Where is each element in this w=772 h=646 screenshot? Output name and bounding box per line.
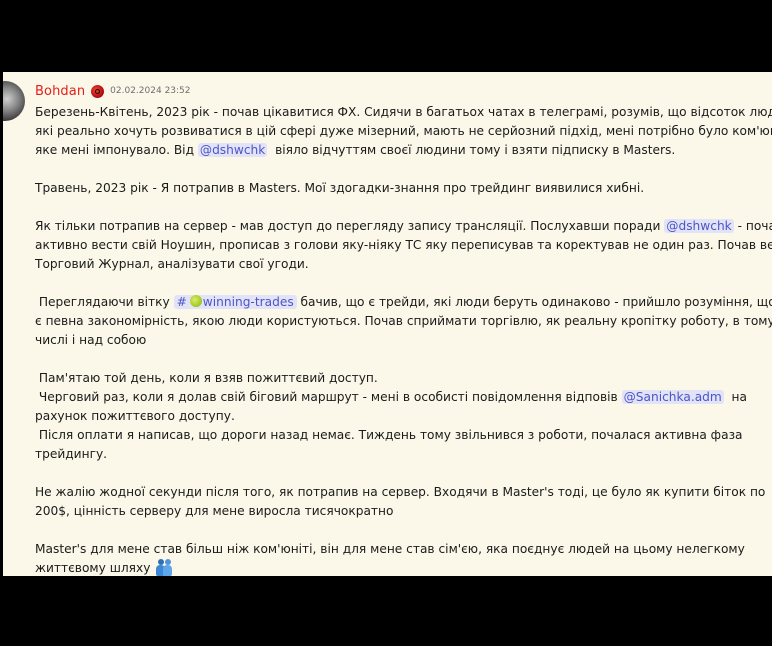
chat-message: Bohdan 02.02.2024 23:52 Березень-Квітень… (3, 72, 772, 576)
message-line: Черговий раз, коли я долав свій біговий … (35, 388, 767, 407)
channel-name: winning-trades (202, 295, 294, 309)
message-text: Черговий раз, коли я долав свій біговий … (35, 390, 622, 404)
message-text: життєвому шляху (35, 561, 151, 575)
message-line: Пам'ятаю той день, коли я взяв пожиттєви… (35, 371, 378, 385)
message-line: яке мені імпонувало. Від @dshwchk віяло … (35, 141, 767, 160)
message-line: Після оплати я написав, що дороги назад … (35, 428, 743, 442)
message-text: на (723, 390, 747, 404)
avatar[interactable] (3, 81, 25, 121)
message-line: є певна закономірність, якою люди корист… (35, 314, 772, 328)
message-line: життєвому шляху (35, 559, 767, 576)
role-badge-icon (91, 84, 105, 98)
author-name[interactable]: Bohdan (35, 84, 85, 99)
message-line: рахунок пожиттєвого доступу. (35, 409, 235, 423)
message-line: трейдингу. (35, 447, 108, 461)
user-mention[interactable]: @dshwchk (197, 143, 268, 157)
message-header: Bohdan 02.02.2024 23:52 (35, 82, 191, 100)
people-hugging-icon (156, 559, 173, 576)
message-line: Не жалію жодної секунди після того, як п… (35, 485, 766, 499)
user-mention[interactable]: @dshwchk (664, 219, 734, 233)
message-text: Як тільки потрапив на сервер - мав досту… (35, 219, 665, 233)
channel-link[interactable]: # winning-trades (173, 295, 297, 309)
message-line: активно вести свій Ноушин, прописав з го… (35, 238, 772, 252)
message-line: Торговий Журнал, аналізувати свої угоди. (35, 257, 309, 271)
tennis-ball-icon (189, 295, 202, 307)
message-text: бачив, що є трейди, які люди беруть один… (296, 295, 772, 309)
message-text: Переглядаючи вітку (35, 295, 174, 309)
message-line: 200$, цінність серверу для мене виросла … (35, 504, 394, 518)
message-line: Березень-Квітень, 2023 рік - почав цікав… (35, 105, 772, 119)
message-line: Травень, 2023 рік - Я потрапив в Masters… (35, 181, 645, 195)
screenshot-canvas: Bohdan 02.02.2024 23:52 Березень-Квітень… (0, 0, 772, 646)
channel-hash: # (176, 295, 187, 309)
message-content: Березень-Квітень, 2023 рік - почав цікав… (35, 103, 772, 576)
message-timestamp: 02.02.2024 23:52 (110, 86, 191, 96)
message-line: Переглядаючи вітку # winning-trades бачив… (35, 293, 772, 312)
message-text: - почав (737, 219, 772, 233)
message-line: числі і над собою (35, 333, 147, 347)
user-mention[interactable]: @Sanichka.adm (621, 390, 724, 404)
message-text: віяло відчуттям своєї людини тому і взят… (267, 143, 676, 157)
message-line: Як тільки потрапив на сервер - мав досту… (35, 217, 772, 236)
message-text: яке мені імпонувало. Від (35, 143, 198, 157)
message-line: які реально хочуть розвиватися в цій сфе… (35, 124, 772, 138)
message-line: Master's для мене став більш ніж ком'юні… (35, 542, 745, 556)
